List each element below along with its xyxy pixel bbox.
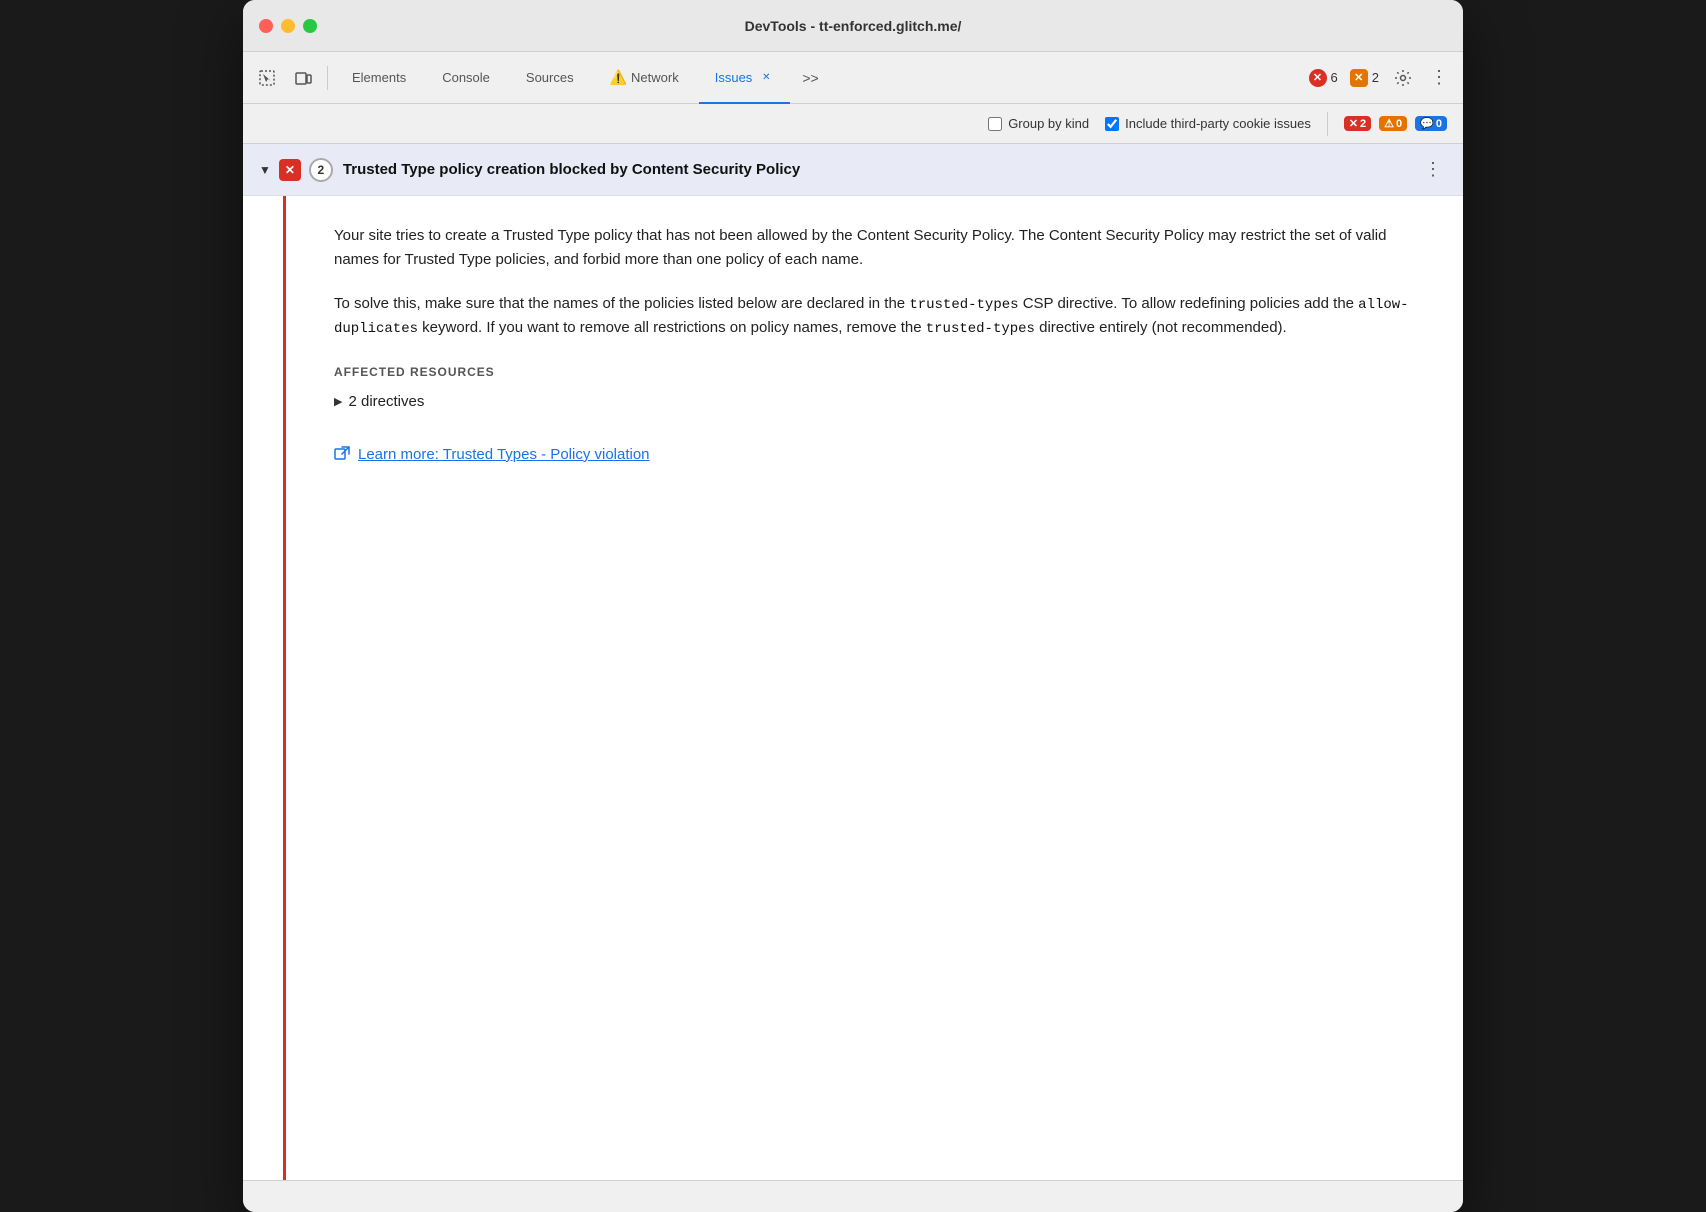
issue-more-button[interactable]: ⋮ bbox=[1419, 156, 1447, 184]
window-title: DevTools - tt-enforced.glitch.me/ bbox=[745, 18, 962, 34]
more-options-button[interactable]: ⋮ bbox=[1423, 62, 1455, 94]
error-badge-group: ✕ 6 bbox=[1309, 69, 1338, 87]
include-third-party-group: Include third-party cookie issues bbox=[1105, 116, 1311, 131]
title-bar: DevTools - tt-enforced.glitch.me/ bbox=[243, 0, 1463, 52]
window-bottom-bar bbox=[243, 1180, 1463, 1212]
error-badge-icon: ✕ bbox=[1309, 69, 1327, 87]
tab-elements[interactable]: Elements bbox=[336, 52, 422, 104]
affected-resources-label: AFFECTED RESOURCES bbox=[334, 365, 1427, 379]
warning-count: 2 bbox=[1372, 70, 1379, 85]
affected-resources: AFFECTED RESOURCES ▶ 2 directives bbox=[334, 365, 1427, 414]
code-allow-duplicates: allow-duplicates bbox=[334, 297, 1409, 337]
secondary-divider bbox=[1327, 112, 1328, 136]
group-by-kind-checkbox[interactable] bbox=[988, 117, 1002, 131]
secondary-error-count: 2 bbox=[1360, 118, 1366, 130]
tab-console-label: Console bbox=[442, 70, 490, 85]
secondary-info-count: 0 bbox=[1436, 118, 1442, 130]
code-trusted-types-1: trusted-types bbox=[909, 297, 1018, 313]
secondary-error-icon: ✕ bbox=[1349, 117, 1358, 130]
gear-icon bbox=[1394, 69, 1412, 87]
toolbar-divider-1 bbox=[327, 66, 328, 90]
tab-elements-label: Elements bbox=[352, 70, 406, 85]
tab-issues-label: Issues bbox=[715, 70, 753, 85]
tab-sources[interactable]: Sources bbox=[510, 52, 590, 104]
issue-description: Your site tries to create a Trusted Type… bbox=[334, 224, 1427, 341]
issue-body: Your site tries to create a Trusted Type… bbox=[283, 196, 1463, 1180]
secondary-badge-group: ✕ 2 ⚠ 0 💬 0 bbox=[1344, 116, 1447, 131]
issue-error-icon: ✕ bbox=[279, 159, 301, 181]
group-by-kind-label[interactable]: Group by kind bbox=[1008, 116, 1089, 131]
warning-badge-group: ✕ 2 bbox=[1350, 69, 1379, 87]
issue-header[interactable]: ▼ ✕ 2 Trusted Type policy creation block… bbox=[243, 144, 1463, 196]
secondary-warning-badge: ⚠ 0 bbox=[1379, 116, 1407, 131]
include-third-party-checkbox[interactable] bbox=[1105, 117, 1119, 131]
secondary-warning-icon: ⚠ bbox=[1384, 117, 1394, 130]
issue-description-p1: Your site tries to create a Trusted Type… bbox=[334, 224, 1427, 272]
secondary-warning-count: 0 bbox=[1396, 118, 1402, 130]
more-tabs-label: >> bbox=[802, 70, 818, 86]
maximize-button[interactable] bbox=[303, 19, 317, 33]
more-options-icon: ⋮ bbox=[1430, 67, 1448, 88]
error-count: 6 bbox=[1331, 70, 1338, 85]
learn-more-link[interactable]: Learn more: Trusted Types - Policy viola… bbox=[334, 446, 1427, 463]
tab-network-label: Network bbox=[631, 70, 679, 85]
issue-expand-chevron[interactable]: ▼ bbox=[259, 163, 271, 177]
code-trusted-types-2: trusted-types bbox=[926, 321, 1035, 337]
issue-description-p2: To solve this, make sure that the names … bbox=[334, 292, 1427, 341]
directive-chevron-icon: ▶ bbox=[334, 395, 342, 408]
secondary-toolbar: Group by kind Include third-party cookie… bbox=[243, 104, 1463, 144]
group-by-kind-group: Group by kind bbox=[988, 116, 1089, 131]
external-link-icon bbox=[334, 446, 350, 462]
tab-sources-label: Sources bbox=[526, 70, 574, 85]
learn-more-label: Learn more: Trusted Types - Policy viola… bbox=[358, 446, 650, 463]
devtools-window: DevTools - tt-enforced.glitch.me/ Elemen… bbox=[243, 0, 1463, 1212]
include-third-party-label[interactable]: Include third-party cookie issues bbox=[1125, 116, 1311, 131]
main-content: ▼ ✕ 2 Trusted Type policy creation block… bbox=[243, 144, 1463, 1180]
cursor-icon bbox=[258, 69, 276, 87]
inspect-element-button[interactable] bbox=[251, 62, 283, 94]
directives-item[interactable]: ▶ 2 directives bbox=[334, 389, 1427, 414]
tab-network[interactable]: ⚠️ Network bbox=[594, 52, 695, 104]
tab-issues[interactable]: Issues ✕ bbox=[699, 52, 791, 104]
network-warning-icon: ⚠️ bbox=[610, 69, 627, 86]
warning-badge-icon: ✕ bbox=[1350, 69, 1368, 87]
tab-issues-close[interactable]: ✕ bbox=[758, 70, 774, 86]
device-toggle-button[interactable] bbox=[287, 62, 319, 94]
main-toolbar: Elements Console Sources ⚠️ Network Issu… bbox=[243, 52, 1463, 104]
traffic-lights bbox=[259, 19, 317, 33]
directive-count-label: 2 directives bbox=[348, 393, 424, 410]
minimize-button[interactable] bbox=[281, 19, 295, 33]
issue-title: Trusted Type policy creation blocked by … bbox=[343, 161, 1419, 178]
tab-console[interactable]: Console bbox=[426, 52, 506, 104]
secondary-info-badge: 💬 0 bbox=[1415, 116, 1447, 131]
device-icon bbox=[294, 69, 312, 87]
secondary-error-badge: ✕ 2 bbox=[1344, 116, 1371, 131]
close-button[interactable] bbox=[259, 19, 273, 33]
more-tabs-button[interactable]: >> bbox=[794, 62, 826, 94]
settings-button[interactable] bbox=[1387, 62, 1419, 94]
issue-count-badge: 2 bbox=[309, 158, 333, 182]
secondary-info-icon: 💬 bbox=[1420, 117, 1434, 130]
